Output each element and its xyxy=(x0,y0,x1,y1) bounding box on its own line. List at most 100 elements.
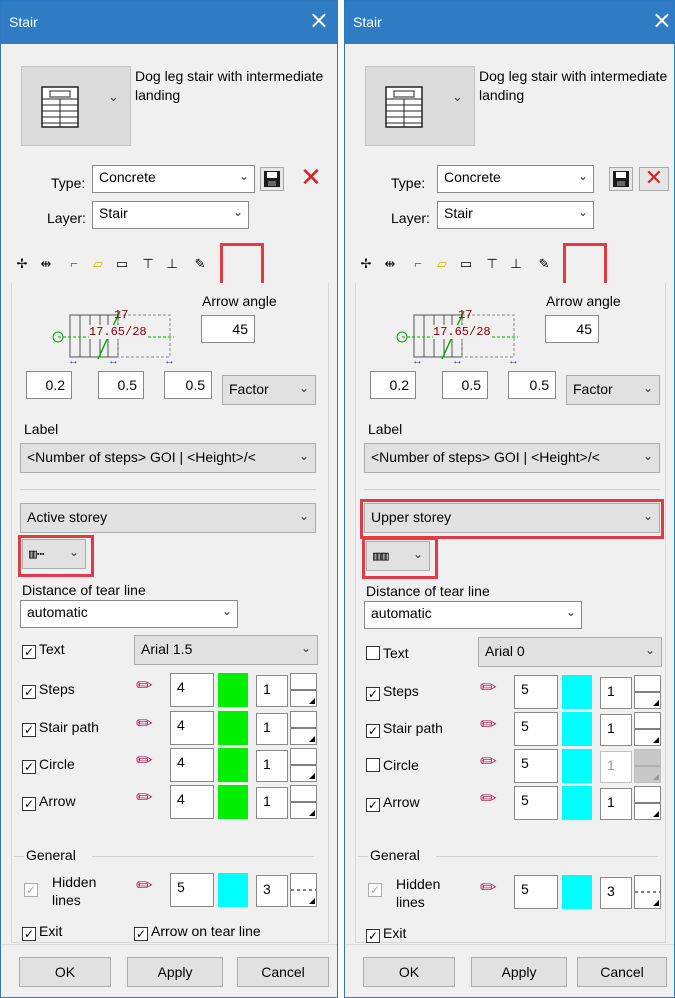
stair-path-linetype-button[interactable] xyxy=(290,711,317,745)
tab-stringer-icon[interactable]: ▱ xyxy=(431,253,453,275)
arrow-on-tear-line-checkbox[interactable]: ✓ Arrow on tear line xyxy=(134,923,261,941)
dim-input-2[interactable]: 0.5 xyxy=(98,371,144,399)
tab-landing-icon[interactable]: ⊤ xyxy=(137,253,159,275)
arrow-angle-input[interactable]: 45 xyxy=(201,315,255,343)
colored-pencil-icon[interactable]: ✏ xyxy=(136,873,153,898)
hidden-color-swatch[interactable] xyxy=(562,875,592,909)
tear-line-select[interactable]: automatic ⌄ xyxy=(364,601,582,629)
hidden-pen-input[interactable]: 5 xyxy=(170,873,214,907)
title-bar[interactable]: Stair × xyxy=(1,1,337,44)
tab-move-icon[interactable]: ✢ xyxy=(355,253,377,275)
stair-path-checkbox[interactable]: ✓ Stair path xyxy=(22,719,99,737)
circle-pen-input[interactable]: 5 xyxy=(514,749,558,783)
tab-stringer-icon[interactable]: ▱ xyxy=(87,253,109,275)
hidden-color-swatch[interactable] xyxy=(218,873,248,907)
dim-input-2[interactable]: 0.5 xyxy=(442,371,488,399)
colored-pencil-icon[interactable]: ✏ xyxy=(136,711,153,736)
stair-path-pen-input[interactable]: 4 xyxy=(170,711,214,745)
steps-line-input[interactable]: 1 xyxy=(256,675,288,707)
stair-path-line-input[interactable]: 1 xyxy=(600,714,632,746)
tab-dimensions-icon[interactable]: ⇹ xyxy=(379,253,401,275)
arrow-checkbox[interactable]: ✓ Arrow xyxy=(22,793,76,811)
hidden-line-input[interactable]: 3 xyxy=(600,877,632,909)
dim-input-1[interactable]: 0.2 xyxy=(370,371,416,399)
steps-checkbox[interactable]: ✓ Steps xyxy=(22,681,75,699)
tab-pen-settings-icon[interactable]: ✎ xyxy=(189,253,211,275)
steps-color-swatch[interactable] xyxy=(562,675,592,709)
tab-tread-icon[interactable]: ⌐ xyxy=(63,253,85,275)
apply-button[interactable]: Apply xyxy=(127,957,223,987)
arrow-line-input[interactable]: 1 xyxy=(600,788,632,820)
steps-pen-input[interactable]: 4 xyxy=(170,673,214,707)
steps-linetype-button[interactable] xyxy=(290,673,317,707)
steps-line-input[interactable]: 1 xyxy=(600,677,632,709)
delete-type-button[interactable]: ✕ xyxy=(639,167,669,191)
steps-checkbox[interactable]: ✓ Steps xyxy=(366,683,419,701)
colored-pencil-icon[interactable]: ✏ xyxy=(480,875,497,900)
stair-path-linetype-button[interactable] xyxy=(634,712,661,746)
cancel-button[interactable]: Cancel xyxy=(237,957,329,987)
ok-button[interactable]: OK xyxy=(19,957,111,987)
arrow-linetype-button[interactable] xyxy=(634,786,661,820)
colored-pencil-icon[interactable]: ✏ xyxy=(480,786,497,811)
circle-checkbox[interactable]: Circle xyxy=(366,757,419,773)
circle-checkbox[interactable]: ✓ Circle xyxy=(22,756,75,774)
layer-select[interactable]: Stair ⌄ xyxy=(437,201,594,229)
layer-select[interactable]: Stair ⌄ xyxy=(92,201,249,229)
tab-move-icon[interactable]: ✢ xyxy=(11,253,33,275)
circle-color-swatch[interactable] xyxy=(218,748,248,782)
colored-pencil-icon[interactable]: ✏ xyxy=(136,748,153,773)
arrow-pen-input[interactable]: 4 xyxy=(170,785,214,819)
close-icon[interactable]: × xyxy=(309,8,329,32)
factor-select[interactable]: Factor ⌄ xyxy=(566,375,660,405)
tab-step-icon[interactable]: ⊥ xyxy=(505,253,527,275)
stair-path-color-swatch[interactable] xyxy=(218,711,248,745)
tab-pen-settings-icon[interactable]: ✎ xyxy=(533,253,555,275)
save-type-button[interactable] xyxy=(609,167,633,191)
arrow-color-swatch[interactable] xyxy=(562,786,592,820)
colored-pencil-icon[interactable]: ✏ xyxy=(136,673,153,698)
arrow-linetype-button[interactable] xyxy=(290,785,317,819)
exit-checkbox[interactable]: ✓ Exit xyxy=(22,923,62,941)
hidden-linetype-button[interactable] xyxy=(290,873,317,907)
stair-type-preview-button[interactable]: ⌄ xyxy=(365,66,475,146)
arrow-angle-input[interactable]: 45 xyxy=(545,315,599,343)
cancel-button[interactable]: Cancel xyxy=(577,957,667,987)
label-select[interactable]: <Number of steps> GOI | <Height>/< ⌄ xyxy=(364,443,660,473)
tab-handrail-icon[interactable]: ▭ xyxy=(455,253,477,275)
arrow-checkbox[interactable]: ✓ Arrow xyxy=(366,794,420,812)
colored-pencil-icon[interactable]: ✏ xyxy=(480,749,497,774)
hidden-line-input[interactable]: 3 xyxy=(256,875,288,907)
stair-path-checkbox[interactable]: ✓ Stair path xyxy=(366,720,443,738)
label-select[interactable]: <Number of steps> GOI | <Height>/< ⌄ xyxy=(20,443,316,473)
dim-input-3[interactable]: 0.5 xyxy=(164,371,212,399)
close-icon[interactable]: × xyxy=(652,8,672,32)
colored-pencil-icon[interactable]: ✏ xyxy=(136,785,153,810)
title-bar[interactable]: Stair × xyxy=(345,1,674,44)
steps-color-swatch[interactable] xyxy=(218,673,248,707)
ok-button[interactable]: OK xyxy=(363,957,455,987)
hidden-linetype-button[interactable] xyxy=(634,875,661,909)
circle-pen-input[interactable]: 4 xyxy=(170,748,214,782)
arrow-pen-input[interactable]: 5 xyxy=(514,786,558,820)
tab-landing-icon[interactable]: ⊤ xyxy=(481,253,503,275)
dim-input-3[interactable]: 0.5 xyxy=(508,371,556,399)
steps-linetype-button[interactable] xyxy=(634,675,661,709)
type-select[interactable]: Concrete ⌄ xyxy=(437,165,594,193)
tear-line-select[interactable]: automatic ⌄ xyxy=(20,600,238,628)
delete-type-button[interactable]: ✕ xyxy=(299,165,323,191)
arrow-color-swatch[interactable] xyxy=(218,785,248,819)
dim-input-1[interactable]: 0.2 xyxy=(26,371,72,399)
arrow-line-input[interactable]: 1 xyxy=(256,787,288,819)
tab-dimensions-icon[interactable]: ⇹ xyxy=(35,253,57,275)
circle-color-swatch[interactable] xyxy=(562,749,592,783)
text-checkbox[interactable]: ✓ Text xyxy=(22,641,65,659)
text-font-select[interactable]: Arial 0 ⌄ xyxy=(478,637,662,667)
factor-select[interactable]: Factor ⌄ xyxy=(222,375,316,405)
circle-line-input[interactable]: 1 xyxy=(256,750,288,782)
colored-pencil-icon[interactable]: ✏ xyxy=(480,712,497,737)
stair-path-line-input[interactable]: 1 xyxy=(256,713,288,745)
storey-select[interactable]: Active storey ⌄ xyxy=(20,503,316,533)
tab-handrail-icon[interactable]: ▭ xyxy=(111,253,133,275)
stair-type-preview-button[interactable]: ⌄ xyxy=(21,66,131,146)
